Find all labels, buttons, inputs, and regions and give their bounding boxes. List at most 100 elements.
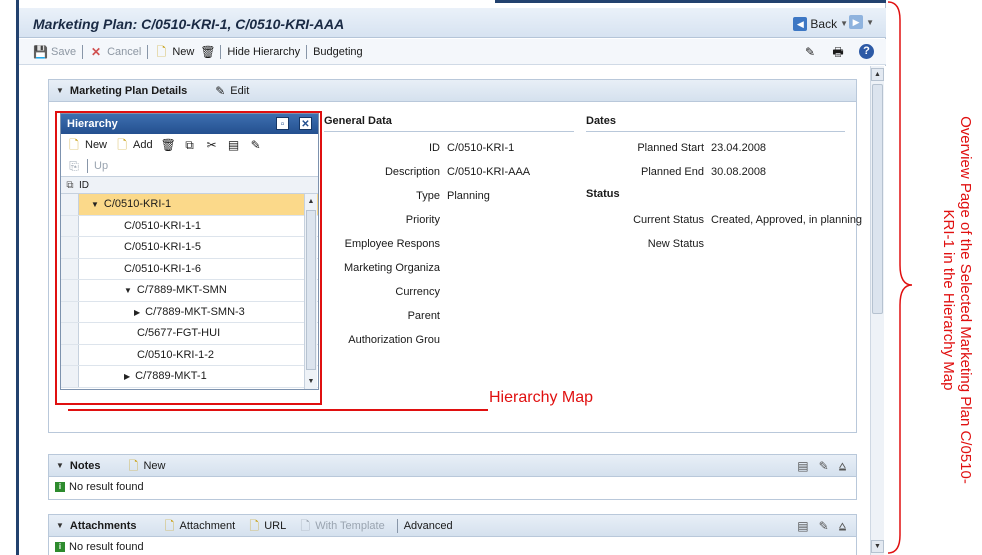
hierarchy-map-label: Hierarchy Map xyxy=(489,389,594,406)
toolbar-separator xyxy=(396,518,398,533)
trash-icon: 🗑 xyxy=(200,44,216,59)
scroll-down-icon[interactable]: ▼ xyxy=(871,540,884,553)
attachments-panel-title: Attachments xyxy=(69,519,137,532)
hierarchy-highlight-box xyxy=(55,111,322,405)
main-toolbar: 💾 Save ✕ Cancel 🗋 New 🗑 Hide Hierarchy B… xyxy=(19,39,886,65)
forward-arrow-icon: ▶ xyxy=(849,15,864,29)
field-label: Priority xyxy=(405,214,440,226)
collapse-triangle-icon[interactable]: ▼ xyxy=(56,86,64,95)
advanced-button[interactable]: Advanced xyxy=(404,520,453,532)
overview-annotation-text: Overview Page of the Selected Marketing … xyxy=(940,116,974,484)
pencil-icon[interactable]: ✎ xyxy=(803,45,817,59)
status-value: Created, Approved, in planning xyxy=(711,214,863,226)
new-document-icon: 🗋 xyxy=(249,518,260,533)
export-icon[interactable]: ▤ xyxy=(797,459,808,474)
edit-button[interactable]: ✎ Edit xyxy=(213,84,249,98)
details-panel-header[interactable]: ▼ Marketing Plan Details ✎ Edit xyxy=(49,80,856,102)
new-document-icon: 🗋 xyxy=(164,518,175,533)
add-attachment-button[interactable]: 🗋 Attachment xyxy=(163,518,236,533)
help-icon[interactable]: ? xyxy=(859,44,874,59)
toolbar-separator xyxy=(147,44,149,59)
hide-hierarchy-button[interactable]: Hide Hierarchy xyxy=(227,46,300,58)
export-icon[interactable]: ▤ xyxy=(797,519,808,534)
date-label: Planned Start xyxy=(637,142,704,154)
chevron-down-icon[interactable]: ▼ xyxy=(866,18,874,27)
field-label: Parent xyxy=(407,310,440,322)
edit-pencil-icon: ✎ xyxy=(215,83,226,98)
page-title: Marketing Plan: C/0510-KRI-1, C/0510-KRI… xyxy=(33,16,345,32)
notes-new-label: New xyxy=(143,459,166,472)
floppy-disk-icon: 💾 xyxy=(33,44,48,59)
budgeting-button[interactable]: Budgeting xyxy=(313,46,363,58)
hierarchy-map-underline xyxy=(68,409,488,411)
field-value: Planning xyxy=(447,190,490,202)
collapse-icon[interactable]: ⩠ xyxy=(839,519,846,534)
field-label: Description xyxy=(384,166,440,178)
date-label: Planned End xyxy=(641,166,704,178)
notes-panel-header[interactable]: ▼ Notes 🗋 New ▤ ✎ ⩠ xyxy=(49,455,856,477)
toolbar-right-icons: ✎ 🖶 ? xyxy=(803,44,874,59)
app-root: Marketing Plan: C/0510-KRI-1, C/0510-KRI… xyxy=(0,0,982,555)
attachments-panel: ▼ Attachments 🗋 Attachment 🗋 URL 🗋 With … xyxy=(48,514,857,555)
field-label: Marketing Organiza xyxy=(344,262,440,274)
date-value: 30.08.2008 xyxy=(711,166,767,178)
toolbar-separator xyxy=(82,44,84,59)
delete-button[interactable]: 🗑 xyxy=(200,44,216,59)
chevron-down-icon[interactable]: ▼ xyxy=(840,19,848,28)
with-template-button[interactable]: 🗋 With Template xyxy=(298,518,385,533)
add-url-button[interactable]: 🗋 URL xyxy=(247,519,286,533)
status-label: New Status xyxy=(647,238,704,250)
general-data-title: General Data xyxy=(324,115,392,127)
field-value: C/0510-KRI-1 xyxy=(447,142,515,154)
pencil-icon[interactable]: ✎ xyxy=(819,519,829,534)
title-bar: Marketing Plan: C/0510-KRI-1, C/0510-KRI… xyxy=(19,0,886,38)
notes-empty-text: No result found xyxy=(69,481,144,493)
new-label: New xyxy=(172,45,195,58)
cancel-button[interactable]: ✕ Cancel xyxy=(89,45,141,59)
notes-panel: ▼ Notes 🗋 New ▤ ✎ ⩠ i No result found xyxy=(48,454,857,500)
new-document-icon: 🗋 xyxy=(156,44,167,59)
cancel-label: Cancel xyxy=(107,45,142,58)
scroll-up-icon[interactable]: ▲ xyxy=(871,68,884,81)
status-label: Current Status xyxy=(633,214,704,226)
new-document-icon: 🗋 xyxy=(300,518,311,533)
printer-icon[interactable]: 🖶 xyxy=(831,45,845,59)
save-button[interactable]: 💾 Save xyxy=(33,45,76,59)
dates-title: Dates xyxy=(586,115,616,127)
forward-button[interactable]: ▶ ▼ xyxy=(849,15,874,29)
date-value: 23.04.2008 xyxy=(711,142,767,154)
new-document-icon: 🗋 xyxy=(128,458,139,473)
back-arrow-icon: ◀ xyxy=(793,16,808,31)
attachment-label: Attachment xyxy=(179,519,236,532)
back-button[interactable]: ◀ Back ▼ xyxy=(793,15,848,32)
notes-panel-title: Notes xyxy=(69,459,101,472)
field-label: Employee Respons xyxy=(344,238,440,250)
with-template-label: With Template xyxy=(315,519,385,532)
toolbar-separator xyxy=(220,44,222,59)
info-icon: i xyxy=(55,482,65,492)
field-label: Type xyxy=(416,190,440,202)
info-icon: i xyxy=(55,542,65,552)
field-label: Currency xyxy=(395,286,440,298)
scroll-thumb[interactable] xyxy=(872,84,883,314)
collapse-icon[interactable]: ⩠ xyxy=(839,459,846,474)
new-button[interactable]: 🗋 New xyxy=(154,44,195,59)
status-title: Status xyxy=(586,188,620,200)
attachments-empty-text: No result found xyxy=(69,541,144,553)
collapse-triangle-icon[interactable]: ▼ xyxy=(56,461,64,470)
dates-divider xyxy=(586,131,845,132)
field-value: C/0510-KRI-AAA xyxy=(447,166,531,178)
collapse-triangle-icon[interactable]: ▼ xyxy=(56,521,64,530)
notes-empty-message: i No result found xyxy=(49,477,856,497)
field-label: ID xyxy=(429,142,440,154)
notes-new-button[interactable]: 🗋 New xyxy=(126,458,166,473)
attachments-panel-header[interactable]: ▼ Attachments 🗋 Attachment 🗋 URL 🗋 With … xyxy=(49,515,856,537)
left-edge xyxy=(0,0,19,555)
pencil-icon[interactable]: ✎ xyxy=(819,459,829,474)
url-label: URL xyxy=(264,519,287,532)
overview-brace xyxy=(887,1,913,554)
page-scrollbar[interactable]: ▲ ▼ xyxy=(870,66,884,555)
details-panel-title: Marketing Plan Details xyxy=(69,84,188,97)
overview-annotation: Overview Page of the Selected Marketing … xyxy=(922,110,982,490)
title-topline xyxy=(495,0,886,3)
